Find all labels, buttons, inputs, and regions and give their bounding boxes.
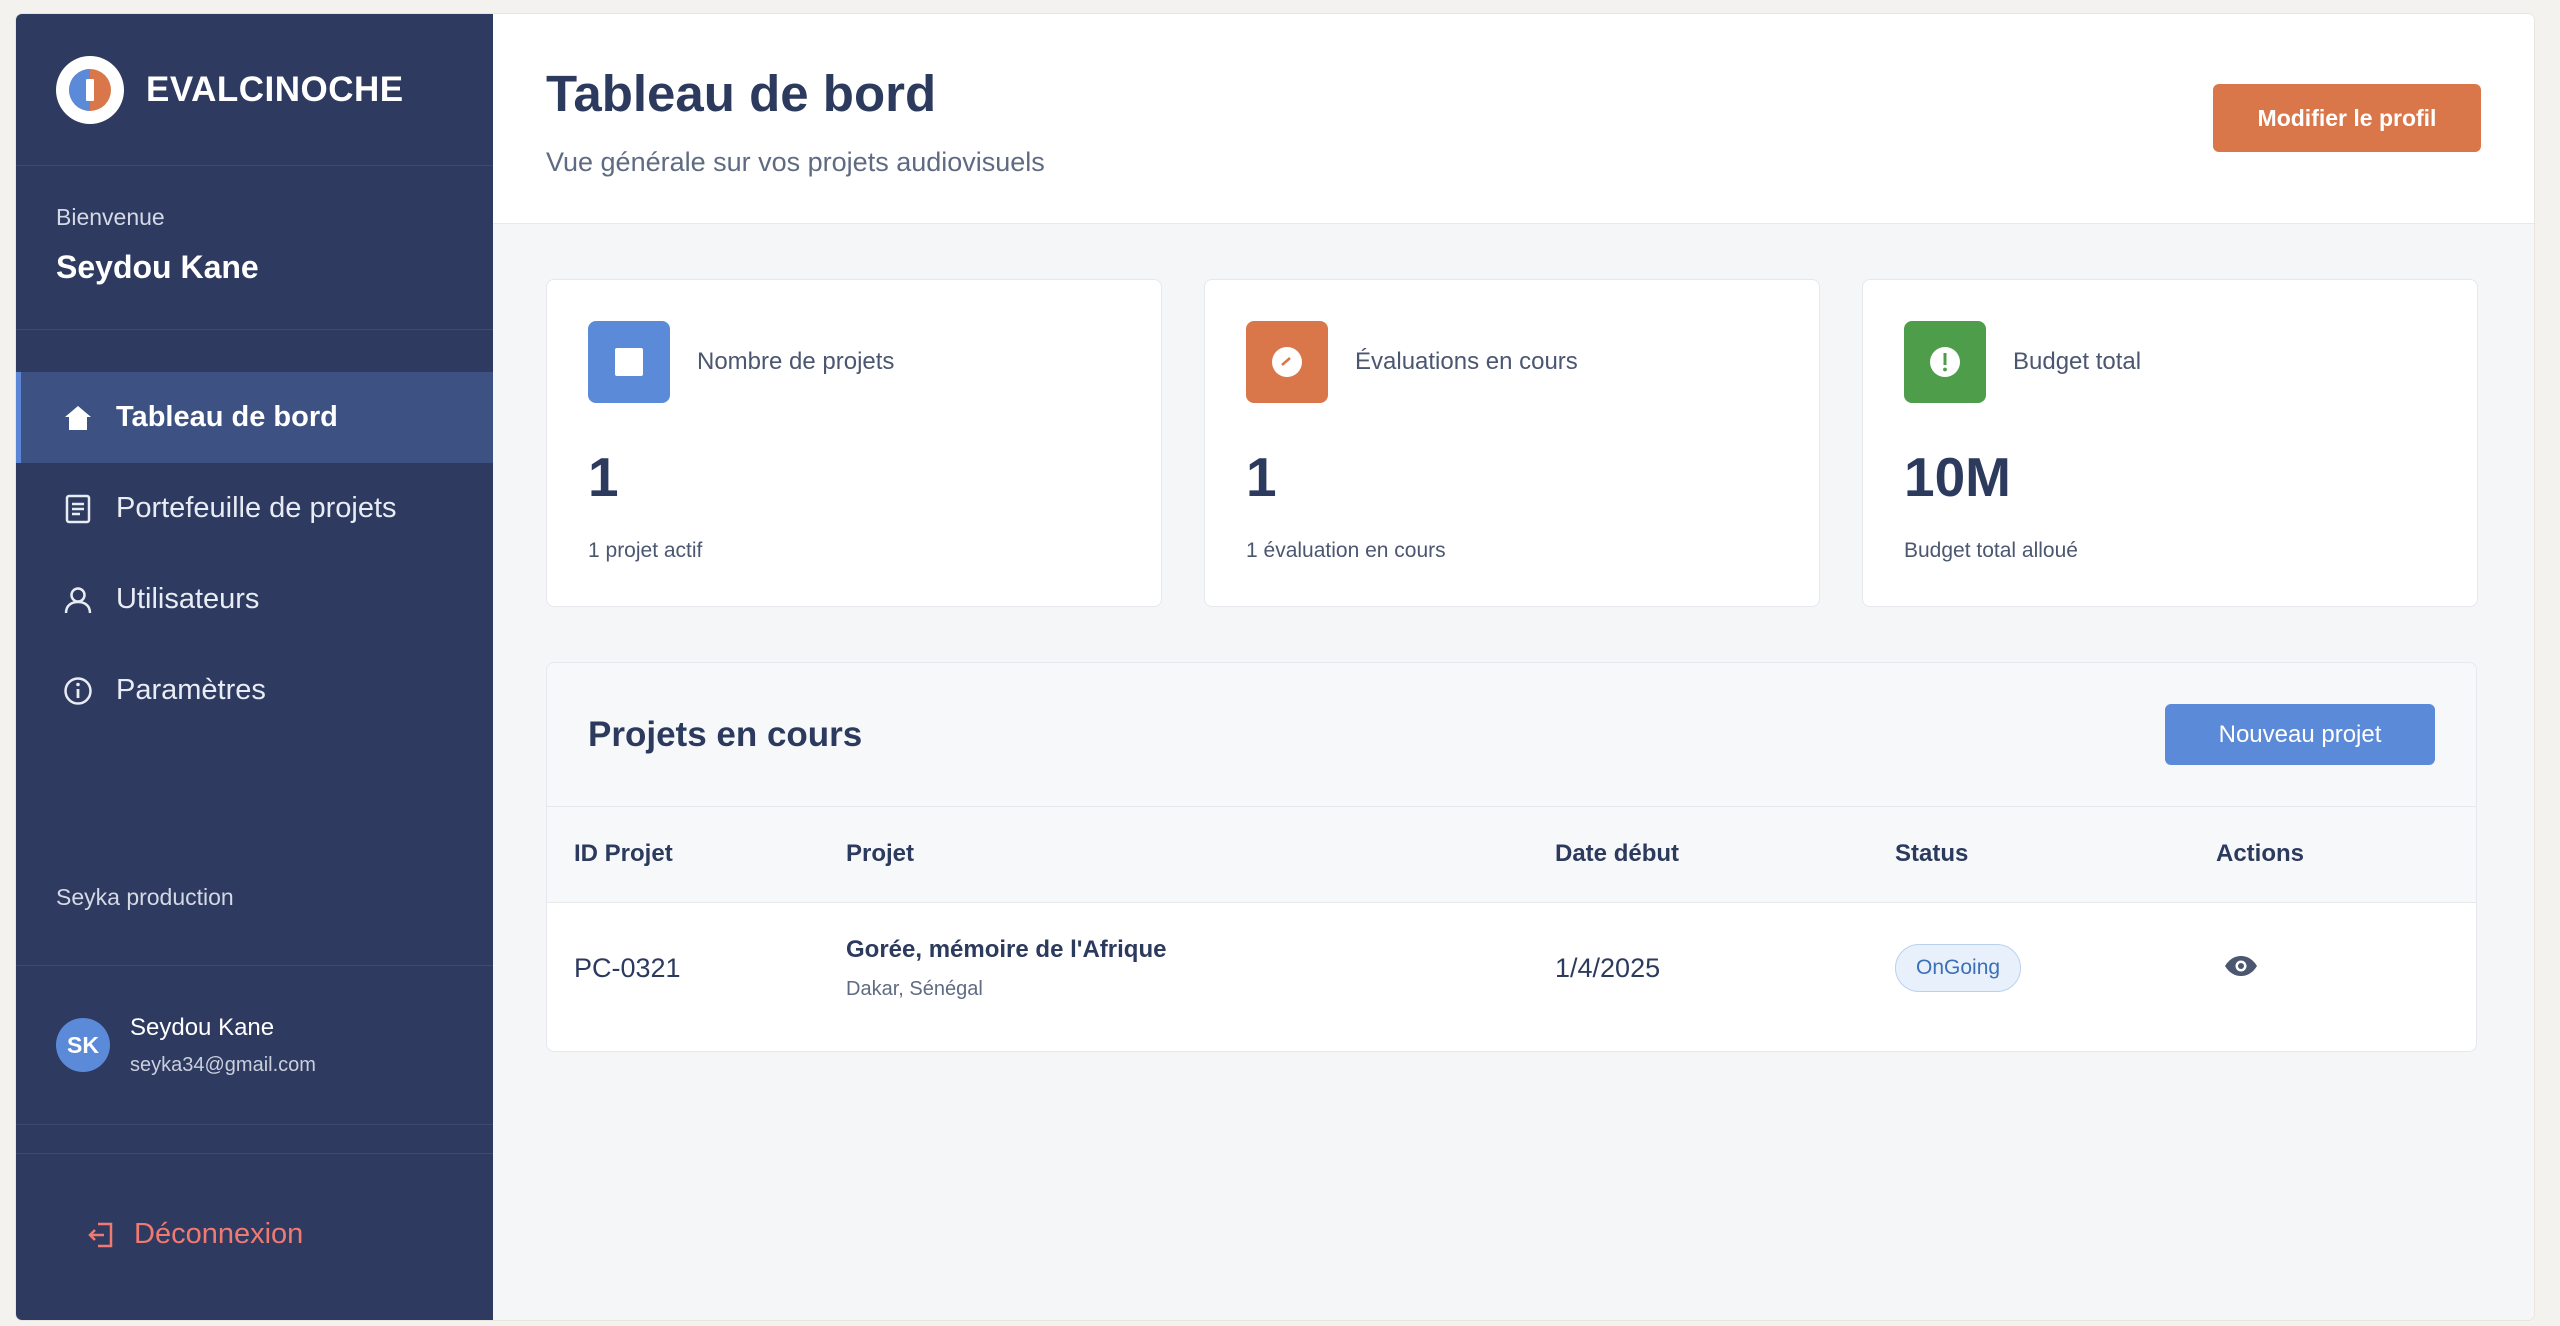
sidebar-item-portfolio[interactable]: Portefeuille de projets <box>16 463 493 554</box>
sidebar-item-label: Portefeuille de projets <box>116 492 397 524</box>
welcome-name: Seydou Kane <box>56 249 259 285</box>
view-eye-icon[interactable] <box>2224 955 2258 977</box>
table-row: PC-0321 Gorée, mémoire de l'Afrique Daka… <box>547 902 2476 1034</box>
stat-card-label: Nombre de projets <box>697 348 895 375</box>
info-icon <box>62 675 94 707</box>
brand-name: EVALCINOCHE <box>146 69 404 109</box>
main-content: Tableau de bord Vue générale sur vos pro… <box>493 14 2534 1320</box>
home-icon <box>62 402 94 434</box>
logout-label: Déconnexion <box>134 1218 304 1250</box>
projects-table: ID Projet Projet Date début Status Actio… <box>547 807 2476 1034</box>
square-icon <box>588 321 670 403</box>
stat-card-subtext: 1 évaluation en cours <box>1246 539 1446 562</box>
alert-icon <box>1904 321 1986 403</box>
project-id: PC-0321 <box>574 952 681 983</box>
stats-cards: Nombre de projets 1 1 projet actif Évalu… <box>546 279 2478 607</box>
project-name: Gorée, mémoire de l'Afrique <box>846 935 1167 963</box>
sidebar: EVALCINOCHE Bienvenue Seydou Kane Tablea… <box>16 14 493 1320</box>
status-badge: OnGoing <box>1895 944 2022 993</box>
welcome-block: Bienvenue Seydou Kane <box>16 166 493 330</box>
brand: EVALCINOCHE <box>16 14 493 166</box>
stat-card-value: 1 <box>1246 446 1277 508</box>
user-email: seyka34@gmail.com <box>130 1053 316 1076</box>
sidebar-item-settings[interactable]: Paramètres <box>16 645 493 736</box>
stat-card-value: 10M <box>1904 446 2011 508</box>
column-header-status: Status <box>1895 840 1969 868</box>
sidebar-item-dashboard[interactable]: Tableau de bord <box>16 372 493 463</box>
column-header-id: ID Projet <box>574 840 673 868</box>
page-header: Tableau de bord Vue générale sur vos pro… <box>493 14 2534 224</box>
stat-card-evaluations: Évaluations en cours 1 1 évaluation en c… <box>1204 279 1820 607</box>
stat-card-subtext: Budget total alloué <box>1904 539 2078 562</box>
document-icon <box>62 493 94 525</box>
clock-icon <box>1246 321 1328 403</box>
sidebar-item-label: Paramètres <box>116 674 266 706</box>
sidebar-nav: Tableau de bord Portefeuille de projets … <box>16 372 493 736</box>
sidebar-item-label: Utilisateurs <box>116 583 260 615</box>
company-name: Seyka production <box>16 884 493 966</box>
user-icon <box>62 584 94 616</box>
stat-card-budget: Budget total 10M Budget total alloué <box>1862 279 2478 607</box>
logout-button[interactable]: Déconnexion <box>86 1218 303 1251</box>
projects-panel: Projets en cours Nouveau projet ID Proje… <box>546 662 2477 1052</box>
new-project-button[interactable]: Nouveau projet <box>2165 704 2435 765</box>
column-header-date: Date début <box>1555 840 1680 868</box>
projects-title: Projets en cours <box>588 714 863 754</box>
app-window: EVALCINOCHE Bienvenue Seydou Kane Tablea… <box>16 14 2534 1320</box>
user-card[interactable]: SK Seydou Kane seyka34@gmail.com <box>16 966 493 1154</box>
stat-card-label: Évaluations en cours <box>1355 348 1578 375</box>
sidebar-item-users[interactable]: Utilisateurs <box>16 554 493 645</box>
stat-card-subtext: 1 projet actif <box>588 539 703 562</box>
column-header-actions: Actions <box>2216 840 2305 868</box>
projects-header: Projets en cours Nouveau projet <box>547 663 2476 807</box>
table-header-row: ID Projet Projet Date début Status Actio… <box>547 807 2476 902</box>
stat-card-value: 1 <box>588 446 619 508</box>
sidebar-item-label: Tableau de bord <box>116 401 338 433</box>
welcome-label: Bienvenue <box>56 204 165 230</box>
avatar: SK <box>56 1018 110 1072</box>
stat-card-projects: Nombre de projets 1 1 projet actif <box>546 279 1162 607</box>
column-header-project: Projet <box>846 840 915 868</box>
user-name: Seydou Kane <box>130 1013 275 1041</box>
edit-profile-button[interactable]: Modifier le profil <box>2213 84 2481 152</box>
stat-card-label: Budget total <box>2013 348 2142 375</box>
project-location: Dakar, Sénégal <box>846 977 983 1000</box>
logo-icon <box>56 55 124 124</box>
project-start-date: 1/4/2025 <box>1555 952 1661 983</box>
logout-icon <box>86 1220 116 1250</box>
